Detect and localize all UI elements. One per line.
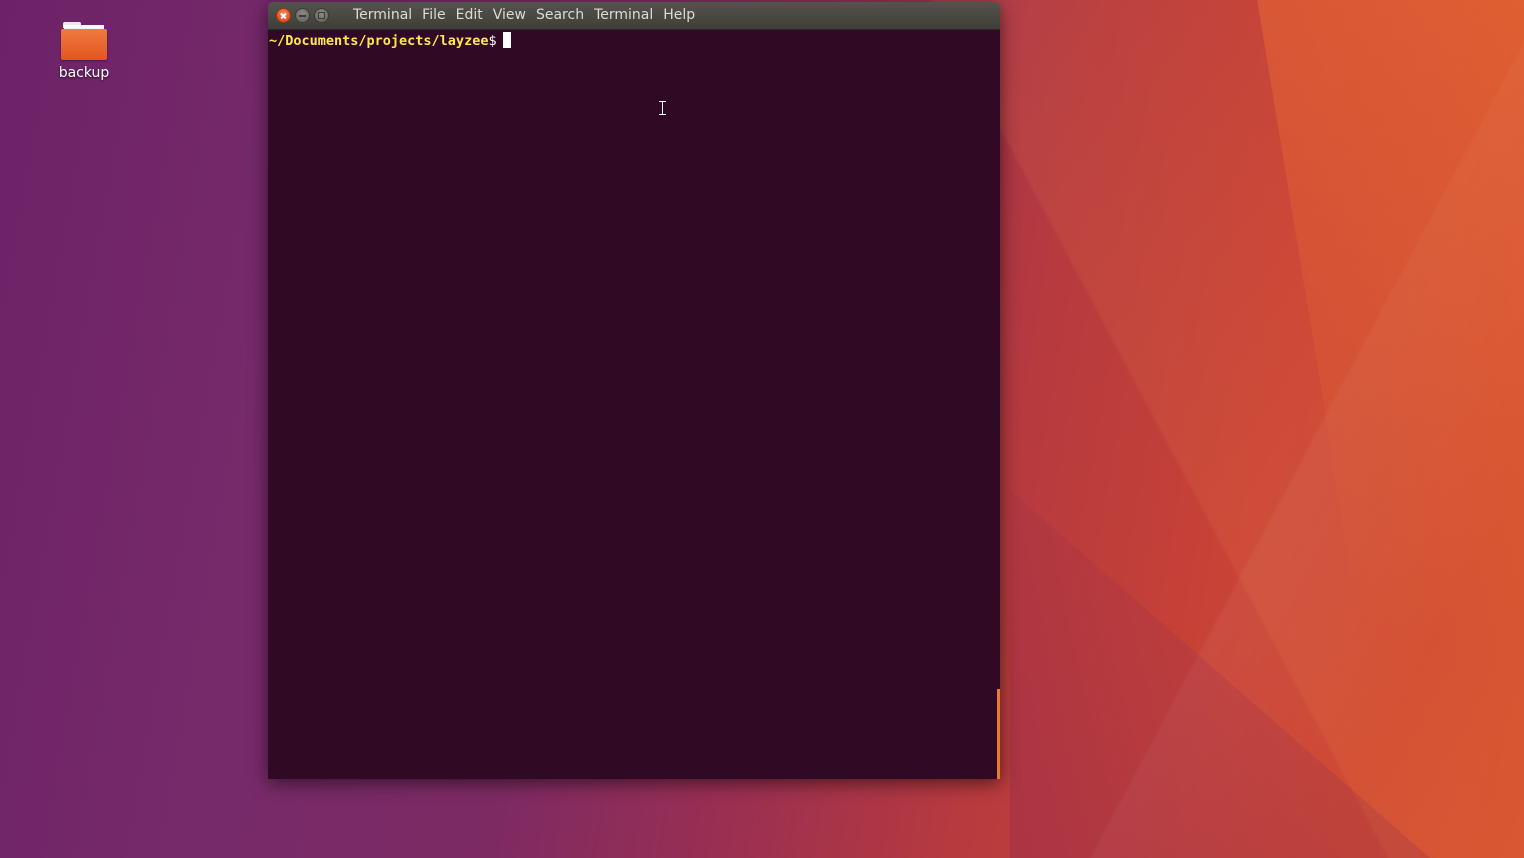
terminal-area[interactable]: ~/Documents/projects/layzee$ — [268, 30, 1000, 779]
desktop-icon-label: backup — [58, 65, 110, 81]
menu-file[interactable]: File — [417, 2, 450, 29]
menu-bar: Terminal File Edit View Search Terminal … — [348, 2, 700, 29]
wallpaper-facet — [1257, 0, 1524, 858]
text-cursor — [502, 32, 511, 48]
folder-icon — [61, 20, 107, 60]
terminal-scrollbar[interactable] — [996, 30, 1000, 779]
menu-search[interactable]: Search — [531, 2, 589, 29]
maximize-icon[interactable] — [314, 8, 329, 23]
prompt-line: ~/Documents/projects/layzee$ — [269, 32, 511, 50]
minimize-icon[interactable] — [295, 8, 310, 23]
terminal-window[interactable]: Terminal File Edit View Search Terminal … — [268, 2, 1000, 779]
mouse-ibeam-cursor-icon — [658, 101, 667, 115]
wallpaper-facet-lower — [1010, 490, 1430, 858]
menu-view[interactable]: View — [488, 2, 531, 29]
menu-edit[interactable]: Edit — [451, 2, 488, 29]
menu-terminal-app[interactable]: Terminal — [348, 2, 417, 29]
window-titlebar[interactable]: Terminal File Edit View Search Terminal … — [268, 2, 1000, 30]
scrollbar-thumb[interactable] — [997, 689, 1000, 779]
menu-terminal[interactable]: Terminal — [589, 2, 658, 29]
menu-help[interactable]: Help — [658, 2, 700, 29]
desktop-icon-backup[interactable]: backup — [48, 20, 120, 81]
close-icon[interactable] — [276, 8, 291, 23]
prompt-path: ~/Documents/projects/layzee — [269, 33, 489, 49]
prompt-symbol: $ — [488, 33, 497, 49]
